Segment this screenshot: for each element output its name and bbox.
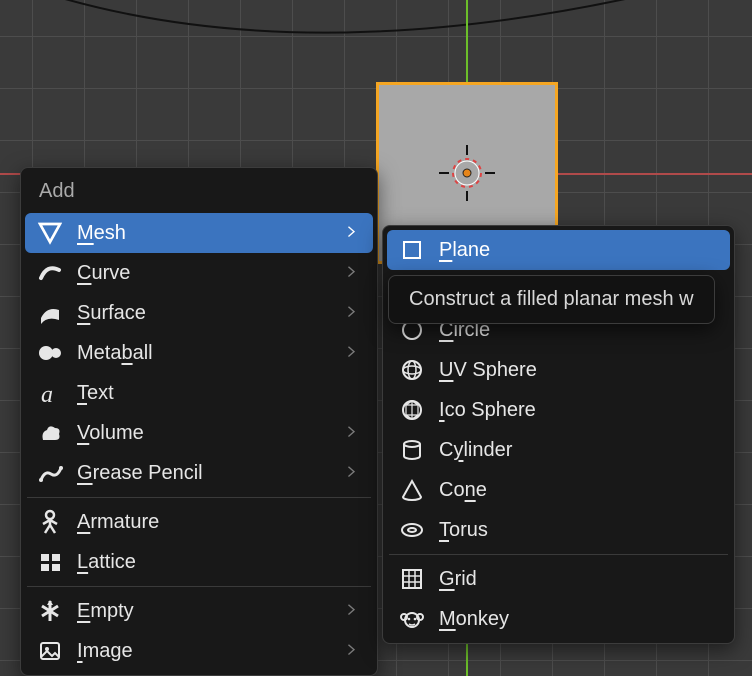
mesh-submenu-item-ico-sphere[interactable]: Ico Sphere <box>387 390 730 430</box>
cylinder-icon <box>397 435 427 465</box>
mesh-submenu-item-label: Cylinder <box>439 439 720 462</box>
tooltip-text: Construct a filled planar mesh w <box>409 288 694 310</box>
add-menu-item-mesh[interactable]: Mesh <box>25 213 373 253</box>
uvsphere-icon <box>397 355 427 385</box>
metaball-icon <box>35 338 65 368</box>
add-menu-item-label: Mesh <box>77 222 345 245</box>
add-menu-item-lattice[interactable]: Lattice <box>25 542 373 582</box>
icosphere-icon <box>397 395 427 425</box>
mesh-submenu-item-cone[interactable]: Cone <box>387 470 730 510</box>
add-menu-item-curve[interactable]: Curve <box>25 253 373 293</box>
add-menu-item-label: Armature <box>77 511 363 534</box>
add-menu-item-empty[interactable]: Empty <box>25 591 373 631</box>
add-menu-item-metaball[interactable]: Metaball <box>25 333 373 373</box>
mesh-submenu-item-monkey[interactable]: Monkey <box>387 599 730 639</box>
mesh-submenu-item-label: Ico Sphere <box>439 399 720 422</box>
mesh-submenu-item-uv-sphere[interactable]: UV Sphere <box>387 350 730 390</box>
torus-icon <box>397 515 427 545</box>
add-menu-item-label: Image <box>77 640 345 663</box>
chevron-right-icon <box>345 420 363 446</box>
image-icon <box>35 636 65 666</box>
empty-icon <box>35 596 65 626</box>
mesh-submenu-separator <box>389 554 728 555</box>
add-menu-items: Mesh Curve Surface Metaball Text Volume Grease… <box>25 213 373 671</box>
mesh-submenu-item-label: Plane <box>439 239 720 262</box>
add-menu-item-label: Surface <box>77 302 345 325</box>
mesh-submenu-item-grid[interactable]: Grid <box>387 559 730 599</box>
volume-icon <box>35 418 65 448</box>
mesh-submenu-item-torus[interactable]: Torus <box>387 510 730 550</box>
armature-icon <box>35 507 65 537</box>
curve-icon <box>35 258 65 288</box>
text-icon <box>35 378 65 408</box>
mesh-submenu-item-label: Cone <box>439 479 720 502</box>
lattice-icon <box>35 547 65 577</box>
chevron-right-icon <box>345 460 363 486</box>
add-menu-item-text[interactable]: Text <box>25 373 373 413</box>
grid-icon <box>397 564 427 594</box>
add-menu-item-grease-pencil[interactable]: Grease Pencil <box>25 453 373 493</box>
add-menu-separator <box>27 586 371 587</box>
grease-icon <box>35 458 65 488</box>
mesh-submenu-item-label: Torus <box>439 519 720 542</box>
add-menu-item-armature[interactable]: Armature <box>25 502 373 542</box>
add-menu-item-volume[interactable]: Volume <box>25 413 373 453</box>
add-menu-item-surface[interactable]: Surface <box>25 293 373 333</box>
mesh-submenu-item-label: Monkey <box>439 608 720 631</box>
add-menu-title: Add <box>25 172 373 213</box>
add-menu-item-label: Empty <box>77 600 345 623</box>
add-menu-item-label: Volume <box>77 422 345 445</box>
surface-icon <box>35 298 65 328</box>
mesh-submenu-item-plane[interactable]: Plane <box>387 230 730 270</box>
mesh-submenu-item-label: UV Sphere <box>439 359 720 382</box>
mesh-icon <box>35 218 65 248</box>
add-menu-item-label: Grease Pencil <box>77 462 345 485</box>
add-menu-separator <box>27 497 371 498</box>
add-menu-item-label: Text <box>77 382 363 405</box>
chevron-right-icon <box>345 260 363 286</box>
chevron-right-icon <box>345 598 363 624</box>
chevron-right-icon <box>345 300 363 326</box>
chevron-right-icon <box>345 340 363 366</box>
add-menu-item-label: Lattice <box>77 551 363 574</box>
add-menu-item-image[interactable]: Image <box>25 631 373 671</box>
add-menu-item-label: Metaball <box>77 342 345 365</box>
cone-icon <box>397 475 427 505</box>
plane-icon <box>397 235 427 265</box>
monkey-icon <box>397 604 427 634</box>
chevron-right-icon <box>345 220 363 246</box>
chevron-right-icon <box>345 638 363 664</box>
add-menu-item-label: Curve <box>77 262 345 285</box>
add-menu[interactable]: Add Mesh Curve Surface Metaball Text Volume Gr… <box>20 167 378 676</box>
mesh-submenu-item-cylinder[interactable]: Cylinder <box>387 430 730 470</box>
mesh-submenu-item-label: Grid <box>439 568 720 591</box>
tooltip: Construct a filled planar mesh w <box>388 275 715 324</box>
